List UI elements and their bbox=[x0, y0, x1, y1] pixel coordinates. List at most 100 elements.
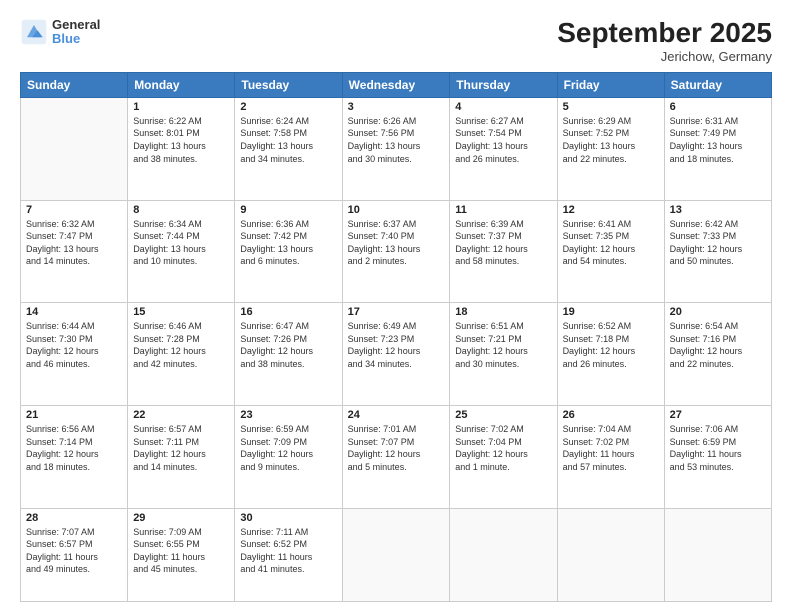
day-number: 28 bbox=[26, 512, 122, 524]
day-info: Sunrise: 6:46 AM Sunset: 7:28 PM Dayligh… bbox=[133, 320, 229, 370]
calendar-cell: 25 Sunrise: 7:02 AM Sunset: 7:04 PM Dayli… bbox=[450, 405, 557, 508]
calendar-cell: 20 Sunrise: 6:54 AM Sunset: 7:16 PM Dayli… bbox=[664, 303, 771, 406]
day-info: Sunrise: 6:52 AM Sunset: 7:18 PM Dayligh… bbox=[563, 320, 659, 370]
logo: General Blue bbox=[20, 18, 100, 47]
day-number: 21 bbox=[26, 409, 122, 421]
calendar-cell: 21 Sunrise: 6:56 AM Sunset: 7:14 PM Dayli… bbox=[21, 405, 128, 508]
calendar-cell: 7 Sunrise: 6:32 AM Sunset: 7:47 PM Daylig… bbox=[21, 200, 128, 303]
day-info: Sunrise: 6:37 AM Sunset: 7:40 PM Dayligh… bbox=[348, 218, 445, 268]
day-number: 4 bbox=[455, 101, 551, 113]
day-number: 5 bbox=[563, 101, 659, 113]
day-info: Sunrise: 6:42 AM Sunset: 7:33 PM Dayligh… bbox=[670, 218, 766, 268]
day-header-sunday: Sunday bbox=[21, 72, 128, 97]
day-info: Sunrise: 7:06 AM Sunset: 6:59 PM Dayligh… bbox=[670, 423, 766, 473]
day-number: 11 bbox=[455, 204, 551, 216]
day-info: Sunrise: 7:01 AM Sunset: 7:07 PM Dayligh… bbox=[348, 423, 445, 473]
calendar-cell bbox=[342, 508, 450, 601]
day-header-monday: Monday bbox=[128, 72, 235, 97]
day-number: 14 bbox=[26, 306, 122, 318]
day-number: 1 bbox=[133, 101, 229, 113]
calendar-cell: 6 Sunrise: 6:31 AM Sunset: 7:49 PM Daylig… bbox=[664, 97, 771, 200]
day-header-friday: Friday bbox=[557, 72, 664, 97]
calendar-cell: 5Sunrise: 6:29 AM Sunset: 7:52 PM Daylig… bbox=[557, 97, 664, 200]
day-info: Sunrise: 6:59 AM Sunset: 7:09 PM Dayligh… bbox=[240, 423, 336, 473]
day-number: 19 bbox=[563, 306, 659, 318]
day-header-thursday: Thursday bbox=[450, 72, 557, 97]
calendar-week-3: 14 Sunrise: 6:44 AM Sunset: 7:30 PM Dayli… bbox=[21, 303, 772, 406]
day-number: 17 bbox=[348, 306, 445, 318]
calendar-cell: 30Sunrise: 7:11 AM Sunset: 6:52 PM Dayli… bbox=[235, 508, 342, 601]
day-number: 9 bbox=[240, 204, 336, 216]
calendar-week-2: 7 Sunrise: 6:32 AM Sunset: 7:47 PM Daylig… bbox=[21, 200, 772, 303]
day-number: 23 bbox=[240, 409, 336, 421]
day-info: Sunrise: 6:27 AM Sunset: 7:54 PM Dayligh… bbox=[455, 115, 551, 165]
calendar-cell: 8Sunrise: 6:34 AM Sunset: 7:44 PM Daylig… bbox=[128, 200, 235, 303]
calendar-cell: 28Sunrise: 7:07 AM Sunset: 6:57 PM Dayli… bbox=[21, 508, 128, 601]
day-number: 30 bbox=[240, 512, 336, 524]
day-number: 18 bbox=[455, 306, 551, 318]
day-info: Sunrise: 6:32 AM Sunset: 7:47 PM Dayligh… bbox=[26, 218, 122, 268]
page: General Blue September 2025 Jerichow, Ge… bbox=[0, 0, 792, 612]
day-info: Sunrise: 7:02 AM Sunset: 7:04 PM Dayligh… bbox=[455, 423, 551, 473]
logo-line2: Blue bbox=[52, 32, 100, 46]
calendar-week-1: 1Sunrise: 6:22 AM Sunset: 8:01 PM Daylig… bbox=[21, 97, 772, 200]
day-number: 26 bbox=[563, 409, 659, 421]
day-header-tuesday: Tuesday bbox=[235, 72, 342, 97]
day-number: 25 bbox=[455, 409, 551, 421]
calendar-cell: 27 Sunrise: 7:06 AM Sunset: 6:59 PM Dayli… bbox=[664, 405, 771, 508]
day-info: Sunrise: 6:51 AM Sunset: 7:21 PM Dayligh… bbox=[455, 320, 551, 370]
calendar-table: SundayMondayTuesdayWednesdayThursdayFrid… bbox=[20, 72, 772, 602]
calendar-cell: 15 Sunrise: 6:46 AM Sunset: 7:28 PM Dayli… bbox=[128, 303, 235, 406]
calendar-cell: 19 Sunrise: 6:52 AM Sunset: 7:18 PM Dayli… bbox=[557, 303, 664, 406]
calendar-cell: 16 Sunrise: 6:47 AM Sunset: 7:26 PM Dayli… bbox=[235, 303, 342, 406]
calendar-cell: 3 Sunrise: 6:26 AM Sunset: 7:56 PM Daylig… bbox=[342, 97, 450, 200]
day-number: 15 bbox=[133, 306, 229, 318]
calendar-cell: 24 Sunrise: 7:01 AM Sunset: 7:07 PM Dayli… bbox=[342, 405, 450, 508]
calendar-cell bbox=[664, 508, 771, 601]
calendar-cell: 9 Sunrise: 6:36 AM Sunset: 7:42 PM Daylig… bbox=[235, 200, 342, 303]
day-info: Sunrise: 6:41 AM Sunset: 7:35 PM Dayligh… bbox=[563, 218, 659, 268]
calendar-cell: 26 Sunrise: 7:04 AM Sunset: 7:02 PM Dayli… bbox=[557, 405, 664, 508]
day-info: Sunrise: 6:44 AM Sunset: 7:30 PM Dayligh… bbox=[26, 320, 122, 370]
calendar-subtitle: Jerichow, Germany bbox=[557, 49, 772, 64]
calendar-cell: 11 Sunrise: 6:39 AM Sunset: 7:37 PM Dayli… bbox=[450, 200, 557, 303]
day-info: Sunrise: 6:24 AM Sunset: 7:58 PM Dayligh… bbox=[240, 115, 336, 165]
calendar-cell: 4 Sunrise: 6:27 AM Sunset: 7:54 PM Daylig… bbox=[450, 97, 557, 200]
calendar-cell: 17 Sunrise: 6:49 AM Sunset: 7:23 PM Dayli… bbox=[342, 303, 450, 406]
day-number: 24 bbox=[348, 409, 445, 421]
day-number: 16 bbox=[240, 306, 336, 318]
day-info: Sunrise: 6:36 AM Sunset: 7:42 PM Dayligh… bbox=[240, 218, 336, 268]
calendar-header-row: SundayMondayTuesdayWednesdayThursdayFrid… bbox=[21, 72, 772, 97]
calendar-cell: 2 Sunrise: 6:24 AM Sunset: 7:58 PM Daylig… bbox=[235, 97, 342, 200]
calendar-week-5: 28Sunrise: 7:07 AM Sunset: 6:57 PM Dayli… bbox=[21, 508, 772, 601]
logo-line1: General bbox=[52, 18, 100, 32]
calendar-cell: 22 Sunrise: 6:57 AM Sunset: 7:11 PM Dayli… bbox=[128, 405, 235, 508]
day-info: Sunrise: 7:04 AM Sunset: 7:02 PM Dayligh… bbox=[563, 423, 659, 473]
calendar-cell: 12Sunrise: 6:41 AM Sunset: 7:35 PM Dayli… bbox=[557, 200, 664, 303]
day-number: 27 bbox=[670, 409, 766, 421]
day-number: 7 bbox=[26, 204, 122, 216]
calendar-cell: 10Sunrise: 6:37 AM Sunset: 7:40 PM Dayli… bbox=[342, 200, 450, 303]
day-info: Sunrise: 6:49 AM Sunset: 7:23 PM Dayligh… bbox=[348, 320, 445, 370]
day-info: Sunrise: 6:57 AM Sunset: 7:11 PM Dayligh… bbox=[133, 423, 229, 473]
day-number: 3 bbox=[348, 101, 445, 113]
calendar-cell: 13 Sunrise: 6:42 AM Sunset: 7:33 PM Dayli… bbox=[664, 200, 771, 303]
day-info: Sunrise: 6:39 AM Sunset: 7:37 PM Dayligh… bbox=[455, 218, 551, 268]
calendar-cell: 1Sunrise: 6:22 AM Sunset: 8:01 PM Daylig… bbox=[128, 97, 235, 200]
day-info: Sunrise: 6:54 AM Sunset: 7:16 PM Dayligh… bbox=[670, 320, 766, 370]
day-number: 13 bbox=[670, 204, 766, 216]
day-number: 8 bbox=[133, 204, 229, 216]
day-number: 2 bbox=[240, 101, 336, 113]
day-number: 22 bbox=[133, 409, 229, 421]
calendar-cell: 14 Sunrise: 6:44 AM Sunset: 7:30 PM Dayli… bbox=[21, 303, 128, 406]
day-info: Sunrise: 6:56 AM Sunset: 7:14 PM Dayligh… bbox=[26, 423, 122, 473]
calendar-cell: 29Sunrise: 7:09 AM Sunset: 6:55 PM Dayli… bbox=[128, 508, 235, 601]
logo-text: General Blue bbox=[52, 18, 100, 47]
day-info: Sunrise: 6:26 AM Sunset: 7:56 PM Dayligh… bbox=[348, 115, 445, 165]
day-info: Sunrise: 6:31 AM Sunset: 7:49 PM Dayligh… bbox=[670, 115, 766, 165]
day-info: Sunrise: 6:47 AM Sunset: 7:26 PM Dayligh… bbox=[240, 320, 336, 370]
day-number: 6 bbox=[670, 101, 766, 113]
calendar-cell: 23 Sunrise: 6:59 AM Sunset: 7:09 PM Dayli… bbox=[235, 405, 342, 508]
day-number: 29 bbox=[133, 512, 229, 524]
day-number: 20 bbox=[670, 306, 766, 318]
